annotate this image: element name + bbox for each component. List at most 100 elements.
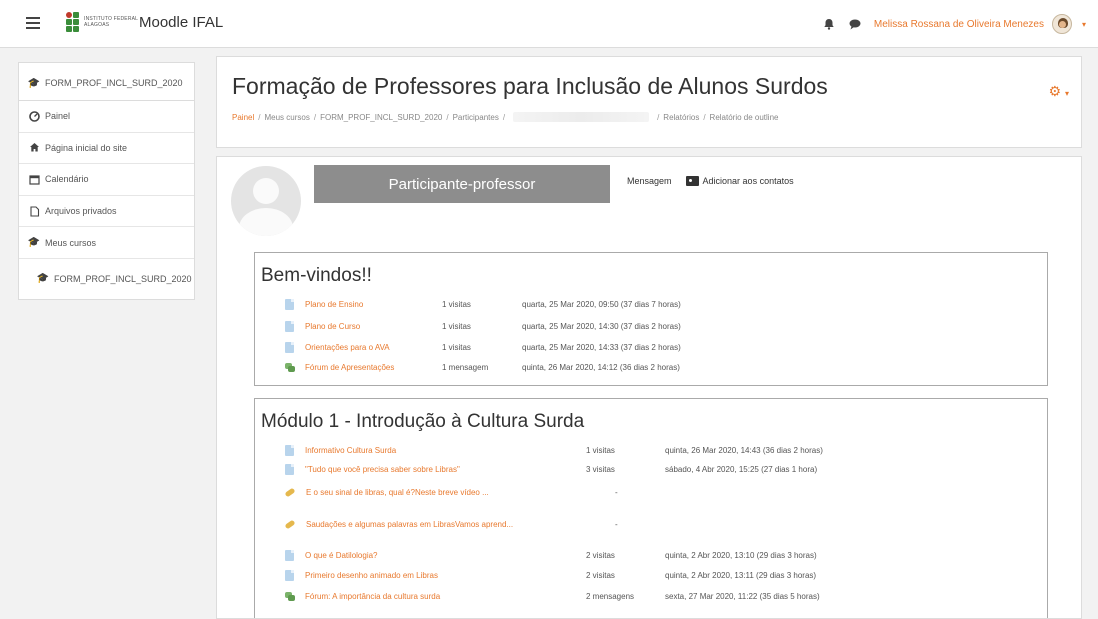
- sidebar-course-group: 🎓 FORM_PROF_INCL_SURD_2020: [18, 62, 195, 104]
- bell-icon[interactable]: [822, 17, 836, 31]
- sidebar-item-label: Meus cursos: [45, 237, 97, 248]
- activity-link[interactable]: Primeiro desenho animado em Libras: [305, 571, 438, 580]
- activity-count: 1 visitas: [442, 342, 471, 352]
- sidebar: 🎓 FORM_PROF_INCL_SURD_2020 Painel Página…: [0, 48, 208, 619]
- activity-count: 1 visitas: [586, 445, 615, 455]
- calendar-icon: [28, 173, 40, 185]
- list-item: Informativo Cultura Surda 1 visitas quin…: [285, 441, 823, 459]
- avatar[interactable]: [1051, 14, 1072, 34]
- sidebar-item-label: FORM_PROF_INCL_SURD_2020: [45, 78, 183, 88]
- site-name[interactable]: Moodle IFAL: [139, 14, 223, 31]
- course-section: Módulo 1 - Introdução à Cultura Surda In…: [254, 398, 1048, 618]
- dashboard-icon: [28, 110, 40, 122]
- page-title: Formação de Professores para Inclusão de…: [232, 73, 828, 99]
- activity-link[interactable]: Fórum: A importância da cultura surda: [305, 592, 440, 601]
- top-navbar: Instituto Federal Alagoas Moodle IFAL Me…: [0, 0, 1098, 48]
- list-item: O que é Datilologia? 2 visitas quinta, 2…: [285, 546, 817, 564]
- activity-link[interactable]: Fórum de Apresentações: [305, 363, 394, 372]
- sidebar-item-course[interactable]: 🎓 FORM_PROF_INCL_SURD_2020: [19, 63, 194, 103]
- page-header: Formação de Professores para Inclusão de…: [216, 56, 1082, 148]
- activity-link[interactable]: O que é Datilologia?: [305, 551, 378, 560]
- activity-count: -: [615, 487, 618, 497]
- chat-icon[interactable]: [848, 17, 862, 31]
- activity-link[interactable]: Plano de Curso: [305, 322, 360, 331]
- list-item: Orientações para o AVA 1 visitas quarta,…: [285, 338, 681, 356]
- activity-link[interactable]: Orientações para o AVA: [305, 343, 390, 352]
- activity-date: quinta, 26 Mar 2020, 14:12 (36 dias 2 ho…: [522, 362, 680, 372]
- activity-link[interactable]: Saudações e algumas palavras em LibrasVa…: [306, 520, 513, 529]
- activity-date: sábado, 4 Abr 2020, 15:25 (27 dias 1 hor…: [665, 464, 818, 474]
- home-icon: [28, 142, 40, 154]
- user-menu-caret-icon[interactable]: ▾: [1082, 20, 1086, 29]
- activity-date: quinta, 2 Abr 2020, 13:11 (29 dias 3 hor…: [665, 570, 817, 580]
- address-card-icon: [685, 176, 699, 186]
- forum-icon: [285, 591, 295, 602]
- breadcrumb-my-courses[interactable]: Meus cursos: [264, 113, 309, 122]
- institution-text: Instituto Federal Alagoas: [84, 16, 138, 28]
- breadcrumb-redacted: [513, 112, 650, 122]
- file-icon: [285, 298, 294, 310]
- activity-link[interactable]: E o seu sinal de libras, qual é?Neste br…: [306, 488, 489, 497]
- file-icon: [28, 205, 40, 217]
- sidebar-item-label: Painel: [45, 111, 71, 122]
- breadcrumb-course[interactable]: FORM_PROF_INCL_SURD_2020: [320, 113, 442, 122]
- sidebar-item-label: FORM_PROF_INCL_SURD_2020: [54, 273, 192, 284]
- settings-menu[interactable]: ⚙ ▾: [1049, 83, 1069, 100]
- breadcrumb-painel[interactable]: Painel: [232, 113, 254, 122]
- forum-icon: [285, 362, 295, 373]
- sidebar-item-my-courses[interactable]: 🎓 Meus cursos: [19, 227, 194, 259]
- activity-count: 2 visitas: [586, 550, 615, 560]
- breadcrumb-participants[interactable]: Participantes: [453, 113, 499, 122]
- list-item: Saudações e algumas palavras em LibrasVa…: [284, 515, 618, 533]
- user-name[interactable]: Melissa Rossana de Oliveira Menezes: [874, 19, 1044, 30]
- breadcrumb-outline-report: Relatório de outline: [709, 112, 779, 122]
- activity-date: quinta, 2 Abr 2020, 13:10 (29 dias 3 hor…: [665, 550, 817, 560]
- message-button[interactable]: Mensagem: [627, 176, 672, 186]
- file-icon: [285, 341, 294, 353]
- activity-date: quarta, 25 Mar 2020, 14:33 (37 dias 2 ho…: [522, 342, 681, 352]
- sidebar-item-painel[interactable]: Painel: [19, 101, 194, 133]
- profile-picture: [231, 166, 301, 236]
- ifal-logo-icon[interactable]: [66, 12, 80, 32]
- activity-link[interactable]: Informativo Cultura Surda: [305, 446, 396, 455]
- activity-date: quarta, 25 Mar 2020, 14:30 (37 dias 2 ho…: [522, 321, 681, 331]
- add-contact-button[interactable]: Adicionar aos contatos: [703, 176, 794, 186]
- activity-link[interactable]: "Tudo que você precisa saber sobre Libra…: [305, 465, 460, 474]
- activity-date: sexta, 27 Mar 2020, 11:22 (35 dias 5 hor…: [665, 591, 820, 601]
- profile-actions: Mensagem Adicionar aos contatos: [627, 176, 794, 186]
- gear-icon: ⚙: [1048, 83, 1062, 99]
- file-icon: [285, 569, 294, 581]
- section-title: Bem-vindos!!: [261, 265, 372, 286]
- activity-count: 1 visitas: [442, 321, 471, 331]
- sidebar-item-home[interactable]: Página inicial do site: [19, 133, 194, 165]
- course-section: Bem-vindos!! Plano de Ensino 1 visitas q…: [254, 252, 1048, 386]
- participant-name: Participante-professor: [314, 165, 610, 203]
- breadcrumb-reports[interactable]: Relatórios: [663, 113, 699, 122]
- main-content: Participante-professor Mensagem Adiciona…: [216, 156, 1082, 619]
- file-icon: [285, 549, 294, 561]
- activity-date: quinta, 26 Mar 2020, 14:43 (36 dias 2 ho…: [665, 445, 823, 455]
- list-item: E o seu sinal de libras, qual é?Neste br…: [284, 483, 618, 501]
- sidebar-nav-group: Painel Página inicial do site Calendário…: [18, 100, 195, 300]
- sidebar-item-course-link[interactable]: 🎓 FORM_PROF_INCL_SURD_2020: [19, 259, 194, 299]
- file-icon: [285, 320, 294, 332]
- graduation-cap-icon: 🎓: [27, 77, 41, 89]
- activity-count: 2 visitas: [586, 570, 615, 580]
- sidebar-item-label: Arquivos privados: [45, 206, 117, 217]
- file-icon: [285, 463, 294, 475]
- sidebar-item-label: Calendário: [45, 174, 89, 185]
- list-item: Fórum de Apresentações 1 mensagem quinta…: [285, 358, 680, 376]
- link-icon: [284, 487, 296, 497]
- menu-toggle-icon[interactable]: [26, 17, 40, 29]
- activity-count: 2 mensagens: [586, 591, 635, 601]
- activity-link[interactable]: Plano de Ensino: [305, 300, 363, 309]
- list-item: Fórum: A importância da cultura surda 2 …: [285, 587, 820, 605]
- activity-count: 1 mensagem: [442, 362, 489, 372]
- section-title: Módulo 1 - Introdução à Cultura Surda: [261, 411, 585, 432]
- activity-date: quarta, 25 Mar 2020, 09:50 (37 dias 7 ho…: [522, 299, 681, 309]
- sidebar-item-private-files[interactable]: Arquivos privados: [19, 196, 194, 228]
- list-item: Plano de Ensino 1 visitas quarta, 25 Mar…: [285, 295, 681, 313]
- sidebar-item-calendar[interactable]: Calendário: [19, 164, 194, 196]
- activity-count: 3 visitas: [586, 464, 615, 474]
- chevron-down-icon: ▾: [1064, 89, 1069, 98]
